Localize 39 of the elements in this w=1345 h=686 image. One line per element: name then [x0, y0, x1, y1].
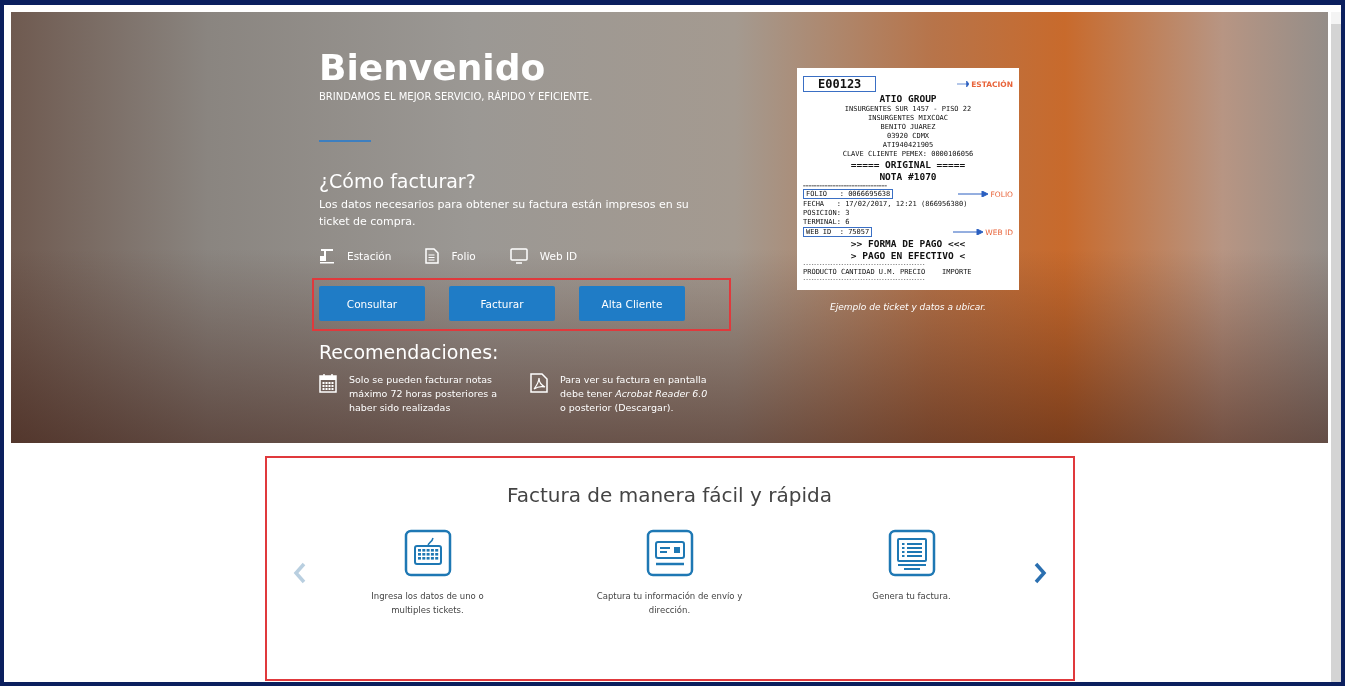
section-heading: ¿Cómo facturar?	[319, 170, 477, 192]
monitor-icon	[509, 248, 528, 264]
monitor-list-icon	[887, 529, 936, 577]
gas-pump-icon	[319, 248, 335, 264]
step-text: Genera tu factura.	[872, 590, 951, 603]
ticket-line: ATIO GROUP	[879, 93, 937, 104]
arrow-icon	[958, 191, 989, 197]
chevron-right-icon	[1032, 562, 1047, 584]
step-text: Captura tu información de envío y dirección.	[595, 590, 744, 617]
recommendation-text: Para ver su factura en pantalla debe tener Acrobat Reader 6.0 o posterior (Descargar).	[560, 373, 709, 415]
action-button[interactable]: Alta Cliente	[579, 286, 685, 321]
ticket-line: ===== ORIGINAL =====	[850, 159, 966, 170]
section-heading: Recomendaciones:	[319, 341, 500, 363]
features-title: Factura de manera fácil y rápida	[507, 483, 832, 507]
arrow-icon	[953, 229, 984, 235]
data-label: Estación	[347, 250, 392, 262]
pdf-icon	[530, 373, 548, 393]
welcome-title: Bienvenido	[319, 48, 547, 88]
calendar-icon	[319, 373, 337, 393]
keyboard-icon	[403, 529, 452, 577]
next-button[interactable]	[1032, 562, 1047, 584]
ticket-line: NOTA #1070	[879, 171, 937, 182]
welcome-subtitle: BRINDAMOS EL MEJOR SERVICIO, RÁPIDO Y EFICIENTE.	[319, 91, 594, 102]
action-button[interactable]: Consultar	[319, 286, 425, 321]
data-label: Folio	[451, 250, 476, 262]
recommendation-text: Solo se pueden facturar notas máximo 72 horas posteriores a haber sido realizadas	[349, 373, 498, 415]
document-icon	[425, 248, 440, 264]
chevron-left-icon	[292, 562, 307, 584]
download-link[interactable]: Descargar	[618, 402, 667, 413]
action-button[interactable]: Facturar	[449, 286, 555, 321]
instructions-text: Los datos necesarios para obtener su factura están impresos en su ticket de compra.	[319, 197, 690, 230]
ticket-caption: Ejemplo de ticket y datos a ubicar.	[830, 302, 986, 312]
scrollbar[interactable]	[1331, 12, 1341, 682]
ticket-line: > PAGO EN EFECTIVO <	[850, 250, 966, 261]
arrow-icon	[957, 81, 970, 87]
data-label: Web ID	[539, 250, 578, 262]
card-screen-icon	[645, 529, 694, 577]
step-text: Ingresa los datos de uno o multiples tickets.	[370, 590, 485, 617]
ticket-line: >> FORMA DE PAGO <<<	[850, 238, 966, 249]
